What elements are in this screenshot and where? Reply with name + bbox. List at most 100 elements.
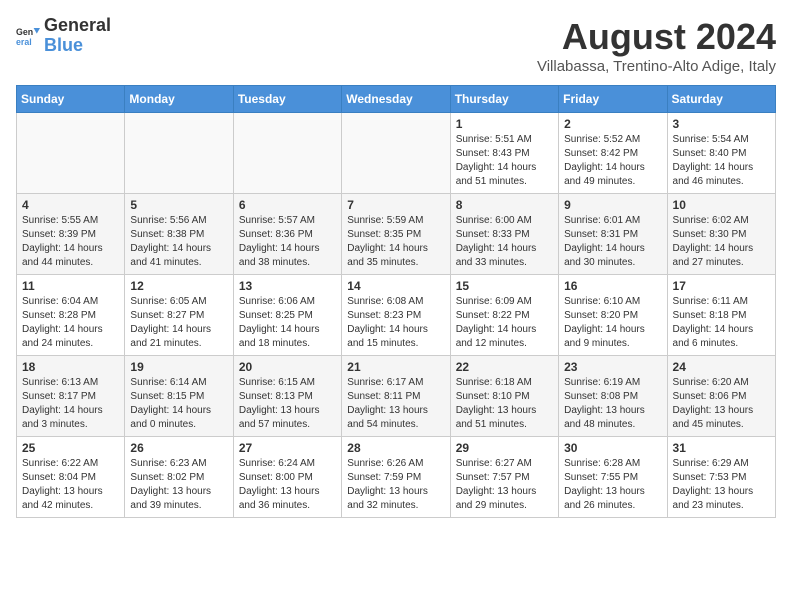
- day-content: Sunrise: 6:11 AM Sunset: 8:18 PM Dayligh…: [673, 295, 770, 351]
- day-content: Sunrise: 5:51 AM Sunset: 8:43 PM Dayligh…: [456, 133, 553, 189]
- calendar-cell: 11Sunrise: 6:04 AM Sunset: 8:28 PM Dayli…: [17, 275, 125, 356]
- calendar-cell: 30Sunrise: 6:28 AM Sunset: 7:55 PM Dayli…: [559, 437, 667, 518]
- calendar-cell: 9 Sunrise: 6:01 AM Sunset: 8:31 PM Daylig…: [559, 194, 667, 275]
- day-number: 11: [22, 279, 119, 293]
- day-content: Sunrise: 5:52 AM Sunset: 8:42 PM Dayligh…: [564, 133, 661, 189]
- day-number: 21: [347, 360, 444, 374]
- day-number: 22: [456, 360, 553, 374]
- calendar-table: SundayMondayTuesdayWednesdayThursdayFrid…: [16, 85, 776, 518]
- day-number: 6: [239, 198, 336, 212]
- calendar-header-row: SundayMondayTuesdayWednesdayThursdayFrid…: [17, 86, 776, 113]
- day-number: 19: [130, 360, 227, 374]
- day-content: Sunrise: 5:56 AM Sunset: 8:38 PM Dayligh…: [130, 214, 227, 270]
- day-number: 1: [456, 117, 553, 131]
- calendar-cell: 14 Sunrise: 6:08 AM Sunset: 8:23 PM Dayli…: [342, 275, 450, 356]
- calendar-cell: 21 Sunrise: 6:17 AM Sunset: 8:11 PM Dayli…: [342, 356, 450, 437]
- calendar-cell: 18 Sunrise: 6:13 AM Sunset: 8:17 PM Dayli…: [17, 356, 125, 437]
- title-block: August 2024 Villabassa, Trentino-Alto Ad…: [537, 16, 776, 75]
- calendar-week-row: 11Sunrise: 6:04 AM Sunset: 8:28 PM Dayli…: [17, 275, 776, 356]
- day-content: Sunrise: 6:29 AM Sunset: 7:53 PM Dayligh…: [673, 457, 770, 513]
- day-number: 28: [347, 441, 444, 455]
- day-number: 23: [564, 360, 661, 374]
- calendar-cell: 29 Sunrise: 6:27 AM Sunset: 7:57 PM Dayli…: [450, 437, 558, 518]
- calendar-cell: 6 Sunrise: 5:57 AM Sunset: 8:36 PM Daylig…: [233, 194, 341, 275]
- page-header: Gen eral GeneralBlue August 2024 Villaba…: [16, 16, 776, 75]
- day-content: Sunrise: 6:23 AM Sunset: 8:02 PM Dayligh…: [130, 457, 227, 513]
- day-number: 13: [239, 279, 336, 293]
- day-number: 30: [564, 441, 661, 455]
- calendar-cell: 17Sunrise: 6:11 AM Sunset: 8:18 PM Dayli…: [667, 275, 775, 356]
- day-number: 25: [22, 441, 119, 455]
- calendar-week-row: 25Sunrise: 6:22 AM Sunset: 8:04 PM Dayli…: [17, 437, 776, 518]
- calendar-cell: 3Sunrise: 5:54 AM Sunset: 8:40 PM Daylig…: [667, 113, 775, 194]
- day-content: Sunrise: 6:18 AM Sunset: 8:10 PM Dayligh…: [456, 376, 553, 432]
- day-content: Sunrise: 6:01 AM Sunset: 8:31 PM Dayligh…: [564, 214, 661, 270]
- calendar-week-row: 4Sunrise: 5:55 AM Sunset: 8:39 PM Daylig…: [17, 194, 776, 275]
- calendar-cell: [125, 113, 233, 194]
- day-number: 26: [130, 441, 227, 455]
- day-content: Sunrise: 6:00 AM Sunset: 8:33 PM Dayligh…: [456, 214, 553, 270]
- calendar-cell: 19 Sunrise: 6:14 AM Sunset: 8:15 PM Dayli…: [125, 356, 233, 437]
- day-content: Sunrise: 5:59 AM Sunset: 8:35 PM Dayligh…: [347, 214, 444, 270]
- calendar-cell: 12 Sunrise: 6:05 AM Sunset: 8:27 PM Dayli…: [125, 275, 233, 356]
- calendar-cell: 2 Sunrise: 5:52 AM Sunset: 8:42 PM Daylig…: [559, 113, 667, 194]
- month-year-title: August 2024: [537, 16, 776, 58]
- calendar-cell: [342, 113, 450, 194]
- col-header-thursday: Thursday: [450, 86, 558, 113]
- day-number: 31: [673, 441, 770, 455]
- day-content: Sunrise: 6:05 AM Sunset: 8:27 PM Dayligh…: [130, 295, 227, 351]
- calendar-cell: 24 Sunrise: 6:20 AM Sunset: 8:06 PM Dayli…: [667, 356, 775, 437]
- day-number: 29: [456, 441, 553, 455]
- day-number: 18: [22, 360, 119, 374]
- day-number: 12: [130, 279, 227, 293]
- day-content: Sunrise: 6:20 AM Sunset: 8:06 PM Dayligh…: [673, 376, 770, 432]
- calendar-cell: 22 Sunrise: 6:18 AM Sunset: 8:10 PM Dayli…: [450, 356, 558, 437]
- col-header-wednesday: Wednesday: [342, 86, 450, 113]
- day-number: 15: [456, 279, 553, 293]
- col-header-saturday: Saturday: [667, 86, 775, 113]
- calendar-cell: 1 Sunrise: 5:51 AM Sunset: 8:43 PM Daylig…: [450, 113, 558, 194]
- col-header-monday: Monday: [125, 86, 233, 113]
- day-content: Sunrise: 6:06 AM Sunset: 8:25 PM Dayligh…: [239, 295, 336, 351]
- logo-text: GeneralBlue: [44, 16, 111, 56]
- svg-text:Gen: Gen: [16, 27, 33, 37]
- day-content: Sunrise: 6:17 AM Sunset: 8:11 PM Dayligh…: [347, 376, 444, 432]
- day-content: Sunrise: 6:15 AM Sunset: 8:13 PM Dayligh…: [239, 376, 336, 432]
- calendar-week-row: 1 Sunrise: 5:51 AM Sunset: 8:43 PM Daylig…: [17, 113, 776, 194]
- day-content: Sunrise: 6:08 AM Sunset: 8:23 PM Dayligh…: [347, 295, 444, 351]
- calendar-cell: 16Sunrise: 6:10 AM Sunset: 8:20 PM Dayli…: [559, 275, 667, 356]
- logo-icon: Gen eral: [16, 24, 40, 48]
- day-content: Sunrise: 6:09 AM Sunset: 8:22 PM Dayligh…: [456, 295, 553, 351]
- day-content: Sunrise: 6:13 AM Sunset: 8:17 PM Dayligh…: [22, 376, 119, 432]
- day-number: 2: [564, 117, 661, 131]
- day-content: Sunrise: 5:55 AM Sunset: 8:39 PM Dayligh…: [22, 214, 119, 270]
- day-number: 14: [347, 279, 444, 293]
- day-number: 16: [564, 279, 661, 293]
- calendar-cell: 5Sunrise: 5:56 AM Sunset: 8:38 PM Daylig…: [125, 194, 233, 275]
- day-content: Sunrise: 5:54 AM Sunset: 8:40 PM Dayligh…: [673, 133, 770, 189]
- calendar-cell: [233, 113, 341, 194]
- day-content: Sunrise: 6:26 AM Sunset: 7:59 PM Dayligh…: [347, 457, 444, 513]
- calendar-cell: 10Sunrise: 6:02 AM Sunset: 8:30 PM Dayli…: [667, 194, 775, 275]
- calendar-cell: 15 Sunrise: 6:09 AM Sunset: 8:22 PM Dayli…: [450, 275, 558, 356]
- day-content: Sunrise: 5:57 AM Sunset: 8:36 PM Dayligh…: [239, 214, 336, 270]
- calendar-cell: 23 Sunrise: 6:19 AM Sunset: 8:08 PM Dayli…: [559, 356, 667, 437]
- day-content: Sunrise: 6:27 AM Sunset: 7:57 PM Dayligh…: [456, 457, 553, 513]
- calendar-cell: 13 Sunrise: 6:06 AM Sunset: 8:25 PM Dayli…: [233, 275, 341, 356]
- day-number: 24: [673, 360, 770, 374]
- calendar-cell: [17, 113, 125, 194]
- day-number: 9: [564, 198, 661, 212]
- location-subtitle: Villabassa, Trentino-Alto Adige, Italy: [537, 58, 776, 75]
- svg-text:eral: eral: [16, 37, 32, 47]
- calendar-cell: 4Sunrise: 5:55 AM Sunset: 8:39 PM Daylig…: [17, 194, 125, 275]
- calendar-cell: 25Sunrise: 6:22 AM Sunset: 8:04 PM Dayli…: [17, 437, 125, 518]
- col-header-sunday: Sunday: [17, 86, 125, 113]
- calendar-cell: 20Sunrise: 6:15 AM Sunset: 8:13 PM Dayli…: [233, 356, 341, 437]
- calendar-cell: 26 Sunrise: 6:23 AM Sunset: 8:02 PM Dayli…: [125, 437, 233, 518]
- day-content: Sunrise: 6:19 AM Sunset: 8:08 PM Dayligh…: [564, 376, 661, 432]
- calendar-cell: 31 Sunrise: 6:29 AM Sunset: 7:53 PM Dayli…: [667, 437, 775, 518]
- calendar-cell: 27Sunrise: 6:24 AM Sunset: 8:00 PM Dayli…: [233, 437, 341, 518]
- day-content: Sunrise: 6:14 AM Sunset: 8:15 PM Dayligh…: [130, 376, 227, 432]
- day-number: 8: [456, 198, 553, 212]
- day-number: 27: [239, 441, 336, 455]
